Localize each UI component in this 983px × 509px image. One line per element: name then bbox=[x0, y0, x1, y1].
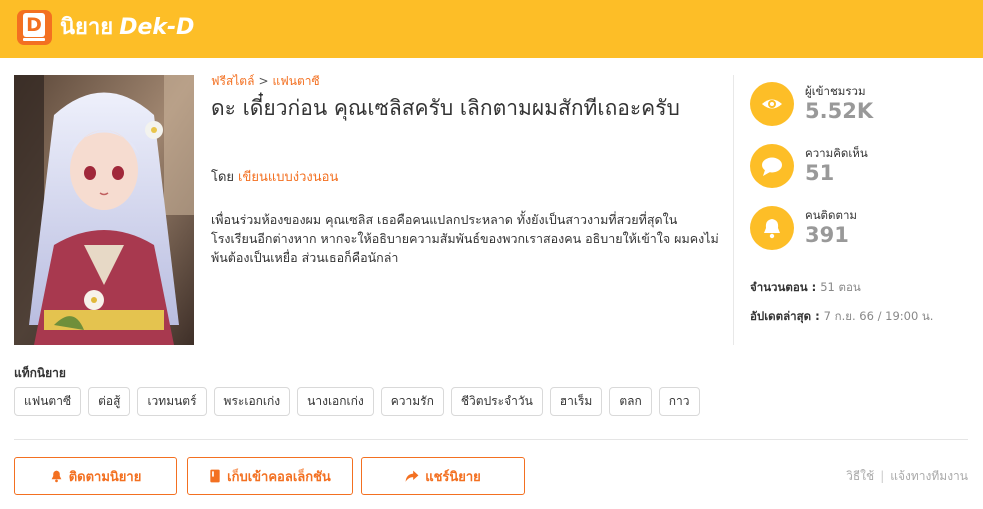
tag-item[interactable]: นางเอกเก่ง bbox=[297, 387, 374, 416]
stat-comments: ความคิดเห็น 51 bbox=[750, 144, 950, 192]
footer-separator: | bbox=[880, 469, 885, 483]
author-by-label: โดย bbox=[211, 170, 235, 185]
cover-illustration bbox=[14, 75, 194, 345]
howto-link[interactable]: วิธีใช้ bbox=[846, 469, 874, 483]
tag-item[interactable]: ฮาเร็ม bbox=[549, 387, 603, 416]
last-updated-label: อัปเดตล่าสุด : bbox=[750, 309, 820, 323]
book-icon bbox=[210, 469, 220, 483]
tag-item[interactable]: แฟนตาซี bbox=[14, 387, 82, 416]
bell-icon bbox=[750, 206, 794, 250]
tag-item[interactable]: ตลก bbox=[609, 387, 652, 416]
logo-letter: D bbox=[23, 13, 45, 37]
breadcrumb-subgenre-link[interactable]: แฟนตาซี bbox=[273, 74, 320, 88]
chapter-count: จำนวนตอน :51 ตอน bbox=[750, 279, 861, 297]
site-name: นิยาย bbox=[60, 15, 114, 40]
report-link[interactable]: แจ้งทางทีมงาน bbox=[890, 469, 968, 483]
section-divider bbox=[14, 439, 968, 440]
breadcrumb-separator: > bbox=[258, 74, 269, 88]
follow-novel-button[interactable]: ติดตามนิยาย bbox=[14, 457, 177, 495]
last-updated: อัปเดตล่าสุด :7 ก.ย. 66 / 19:00 น. bbox=[750, 308, 933, 326]
chapter-count-value: 51 ตอน bbox=[820, 280, 861, 294]
bell-icon bbox=[51, 470, 62, 483]
tag-item[interactable]: ความรัก bbox=[380, 387, 444, 416]
breadcrumb-genre-link[interactable]: ฟรีสไตล์ bbox=[211, 74, 254, 88]
novel-cover-image[interactable] bbox=[14, 75, 194, 345]
eye-icon bbox=[750, 82, 794, 126]
dekd-logo-icon[interactable]: D bbox=[17, 10, 52, 45]
tag-item[interactable]: กาว bbox=[658, 387, 700, 416]
tag-item[interactable]: ต่อสู้ bbox=[88, 387, 131, 416]
stat-comments-value: 51 bbox=[805, 161, 835, 185]
stat-followers: คนติดตาม 391 bbox=[750, 206, 950, 254]
stat-views-value: 5.52K bbox=[805, 99, 874, 123]
author-link[interactable]: เขียนแบบง่วงนอน bbox=[238, 170, 338, 185]
last-updated-value: 7 ก.ย. 66 / 19:00 น. bbox=[823, 309, 934, 323]
novel-description: เพื่อนร่วมห้องของผม คุณเซลิส เธอคือคนแปล… bbox=[211, 212, 719, 265]
vertical-divider bbox=[733, 75, 734, 345]
breadcrumb: ฟรีสไตล์ > แฟนตาซี bbox=[211, 73, 320, 89]
top-bar: D นิยาย Dek-D bbox=[0, 0, 983, 58]
add-to-collection-label: เก็บเข้าคอลเล็กชัน bbox=[227, 469, 331, 485]
stat-views: ผู้เข้าชมรวม 5.52K bbox=[750, 82, 950, 130]
chapter-count-label: จำนวนตอน : bbox=[750, 280, 817, 294]
stat-followers-value: 391 bbox=[805, 223, 849, 247]
share-novel-label: แชร์นิยาย bbox=[425, 469, 481, 485]
follow-novel-label: ติดตามนิยาย bbox=[68, 469, 142, 485]
tag-list: แฟนตาซี ต่อสู้ เวทมนตร์ พระเอกเก่ง นางเอ… bbox=[14, 387, 700, 416]
share-novel-button[interactable]: แชร์นิยาย bbox=[361, 457, 525, 495]
tag-item[interactable]: ชีวิตประจำวัน bbox=[450, 387, 543, 416]
tag-item[interactable]: พระเอกเก่ง bbox=[213, 387, 291, 416]
tags-heading: แท็กนิยาย bbox=[14, 366, 66, 380]
author-line: โดย เขียนแบบง่วงนอน bbox=[211, 169, 338, 187]
comment-icon bbox=[750, 144, 794, 188]
brand-name: Dek-D bbox=[119, 15, 195, 40]
tag-item[interactable]: เวทมนตร์ bbox=[137, 387, 207, 416]
add-to-collection-button[interactable]: เก็บเข้าคอลเล็กชัน bbox=[187, 457, 353, 495]
footer-links: วิธีใช้ | แจ้งทางทีมงาน bbox=[846, 467, 968, 486]
share-icon bbox=[405, 470, 419, 482]
site-logo-text[interactable]: นิยาย Dek-D bbox=[60, 14, 194, 42]
logo-page-line bbox=[23, 38, 45, 41]
novel-title: ดะ เดี๋ยวก่อน คุณเซลิสครับ เลิกตามผมสักท… bbox=[211, 96, 680, 120]
